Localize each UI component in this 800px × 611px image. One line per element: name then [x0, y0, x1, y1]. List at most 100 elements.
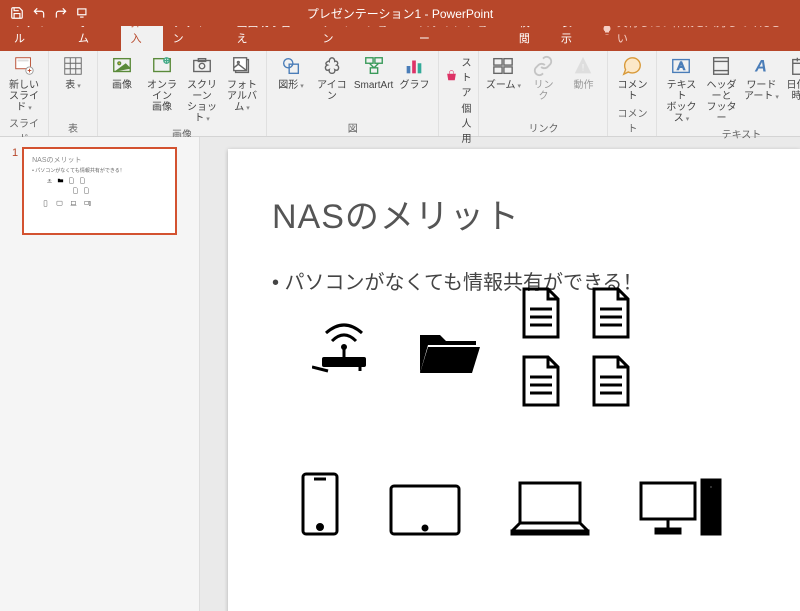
action-button[interactable]: ! 動作	[565, 54, 601, 91]
chart-icon	[402, 54, 426, 78]
thumb-doc-icon	[79, 177, 86, 184]
online-pictures-button[interactable]: オンライン 画像	[144, 54, 180, 113]
group-text: A テキスト ボックス ヘッダーと フッター A ワード アート 日付と 時刻 …	[657, 51, 800, 136]
thumbnail-panel: 1 NASのメリット • パソコンがなくても情報共有ができる！	[0, 137, 200, 611]
icons-button[interactable]: アイコン	[313, 54, 351, 102]
picture-button[interactable]: 画像	[104, 54, 140, 91]
textbox-label: テキスト ボックス	[663, 80, 699, 124]
svg-text:A: A	[754, 58, 767, 76]
document-icon[interactable]	[520, 355, 562, 407]
group-images: 画像 オンライン 画像 スクリーン ショット フォト アルバム 画像	[98, 51, 267, 136]
zoom-label: ズーム	[486, 80, 521, 91]
shapes-icon	[279, 54, 303, 78]
new-slide-icon	[12, 54, 36, 78]
textbox-button[interactable]: A テキスト ボックス	[663, 54, 699, 124]
thumb-doc-icon	[68, 177, 75, 184]
thumb-desktop-icon	[84, 200, 91, 207]
group-tables-label: 表	[55, 118, 91, 135]
chart-button[interactable]: グラフ	[396, 54, 432, 91]
document-icon[interactable]	[520, 287, 562, 339]
quick-access-toolbar	[0, 4, 92, 22]
table-icon	[61, 54, 85, 78]
zoom-button[interactable]: ズーム	[485, 54, 521, 91]
start-from-beginning-icon[interactable]	[74, 4, 92, 22]
slide-title[interactable]: NASのメリット	[272, 189, 756, 238]
slide-thumbnail-1[interactable]: NASのメリット • パソコンがなくても情報共有ができる！	[22, 147, 177, 235]
svg-text:A: A	[678, 61, 686, 73]
group-tables: 表 表	[49, 51, 98, 136]
header-footer-icon	[709, 54, 733, 78]
group-links-label: リンク	[485, 118, 601, 135]
picture-icon	[110, 54, 134, 78]
datetime-label: 日付と 時刻	[786, 80, 800, 102]
link-icon	[531, 54, 555, 78]
smartart-icon	[362, 54, 386, 78]
shapes-button[interactable]: 図形	[273, 54, 309, 91]
slide-editor[interactable]: NASのメリット • パソコンがなくても情報共有ができる！	[200, 137, 800, 611]
comment-button[interactable]: コメント	[614, 54, 650, 102]
header-footer-button[interactable]: ヘッダーと フッター	[703, 54, 739, 124]
document-icon[interactable]	[590, 287, 632, 339]
thumbnail-bullet: • パソコンがなくても情報共有ができる！	[32, 167, 167, 174]
textbox-icon: A	[669, 54, 693, 78]
icons-icon	[320, 54, 344, 78]
screenshot-icon	[190, 54, 214, 78]
online-pictures-label: オンライン 画像	[144, 80, 180, 113]
store-button[interactable]: ストア	[445, 54, 472, 99]
link-button[interactable]: リン ク	[525, 54, 561, 102]
zoom-icon	[491, 54, 515, 78]
titlebar: プレゼンテーション1 - PowerPoint	[0, 0, 800, 26]
laptop-icon[interactable]	[510, 479, 590, 537]
datetime-icon	[789, 54, 800, 78]
tablet-icon[interactable]	[388, 483, 462, 537]
comment-icon	[620, 54, 644, 78]
document-icon[interactable]	[590, 355, 632, 407]
store-icon	[445, 70, 458, 84]
thumb-wifi-icon	[46, 177, 53, 184]
thumb-doc-icon	[83, 187, 90, 194]
chart-label: グラフ	[399, 80, 429, 91]
wifi-router-icon[interactable]	[312, 315, 376, 373]
desktop-icon[interactable]	[638, 477, 724, 537]
new-slide-button[interactable]: 新しい スライド	[6, 54, 42, 113]
new-slide-label: 新しい スライド	[6, 80, 42, 113]
group-comments-label: コメント	[614, 103, 650, 135]
group-slides: 新しい スライド スライド	[0, 51, 49, 136]
slide-canvas[interactable]: NASのメリット • パソコンがなくても情報共有ができる！	[228, 149, 800, 611]
smartart-button[interactable]: SmartArt	[355, 54, 393, 91]
store-label: ストア	[461, 54, 472, 99]
photo-album-button[interactable]: フォト アルバム	[224, 54, 260, 113]
workspace: 1 NASのメリット • パソコンがなくても情報共有ができる！	[0, 137, 800, 611]
svg-text:!: !	[582, 63, 585, 73]
link-label: リン ク	[533, 80, 553, 102]
screenshot-label: スクリーン ショット	[184, 80, 220, 124]
action-label: 動作	[573, 80, 593, 91]
screenshot-button[interactable]: スクリーン ショット	[184, 54, 220, 124]
window-title: プレゼンテーション1 - PowerPoint	[307, 5, 493, 22]
undo-icon[interactable]	[30, 4, 48, 22]
table-button[interactable]: 表	[55, 54, 91, 91]
ribbon-tabs: ファイル ホーム 挿入 デザイン 画面切り替え アニメーション スライド ショー…	[0, 26, 800, 51]
thumbnail-title: NASのメリット	[32, 155, 167, 165]
group-addins: ストア 個人用アドイン アドイン	[439, 51, 479, 136]
wordart-label: ワード アート	[744, 80, 779, 102]
folder-open-icon[interactable]	[416, 325, 480, 377]
thumb-laptop-icon	[70, 200, 77, 207]
smartart-label: SmartArt	[354, 80, 393, 91]
icons-label: アイコン	[313, 80, 351, 102]
header-footer-label: ヘッダーと フッター	[703, 80, 739, 124]
thumb-phone-icon	[42, 200, 49, 207]
save-icon[interactable]	[8, 4, 26, 22]
thumbnail-number: 1	[12, 147, 18, 235]
action-icon: !	[571, 54, 595, 78]
smartphone-icon[interactable]	[300, 471, 340, 537]
slide-bullet[interactable]: • パソコンがなくても情報共有ができる！	[272, 266, 756, 295]
online-pictures-icon	[150, 54, 174, 78]
datetime-button[interactable]: 日付と 時刻	[783, 54, 800, 102]
wordart-button[interactable]: A ワード アート	[743, 54, 779, 102]
wordart-icon: A	[749, 54, 773, 78]
photo-album-icon	[230, 54, 254, 78]
picture-label: 画像	[112, 80, 132, 91]
redo-icon[interactable]	[52, 4, 70, 22]
group-illustrations-label: 図	[273, 118, 432, 135]
